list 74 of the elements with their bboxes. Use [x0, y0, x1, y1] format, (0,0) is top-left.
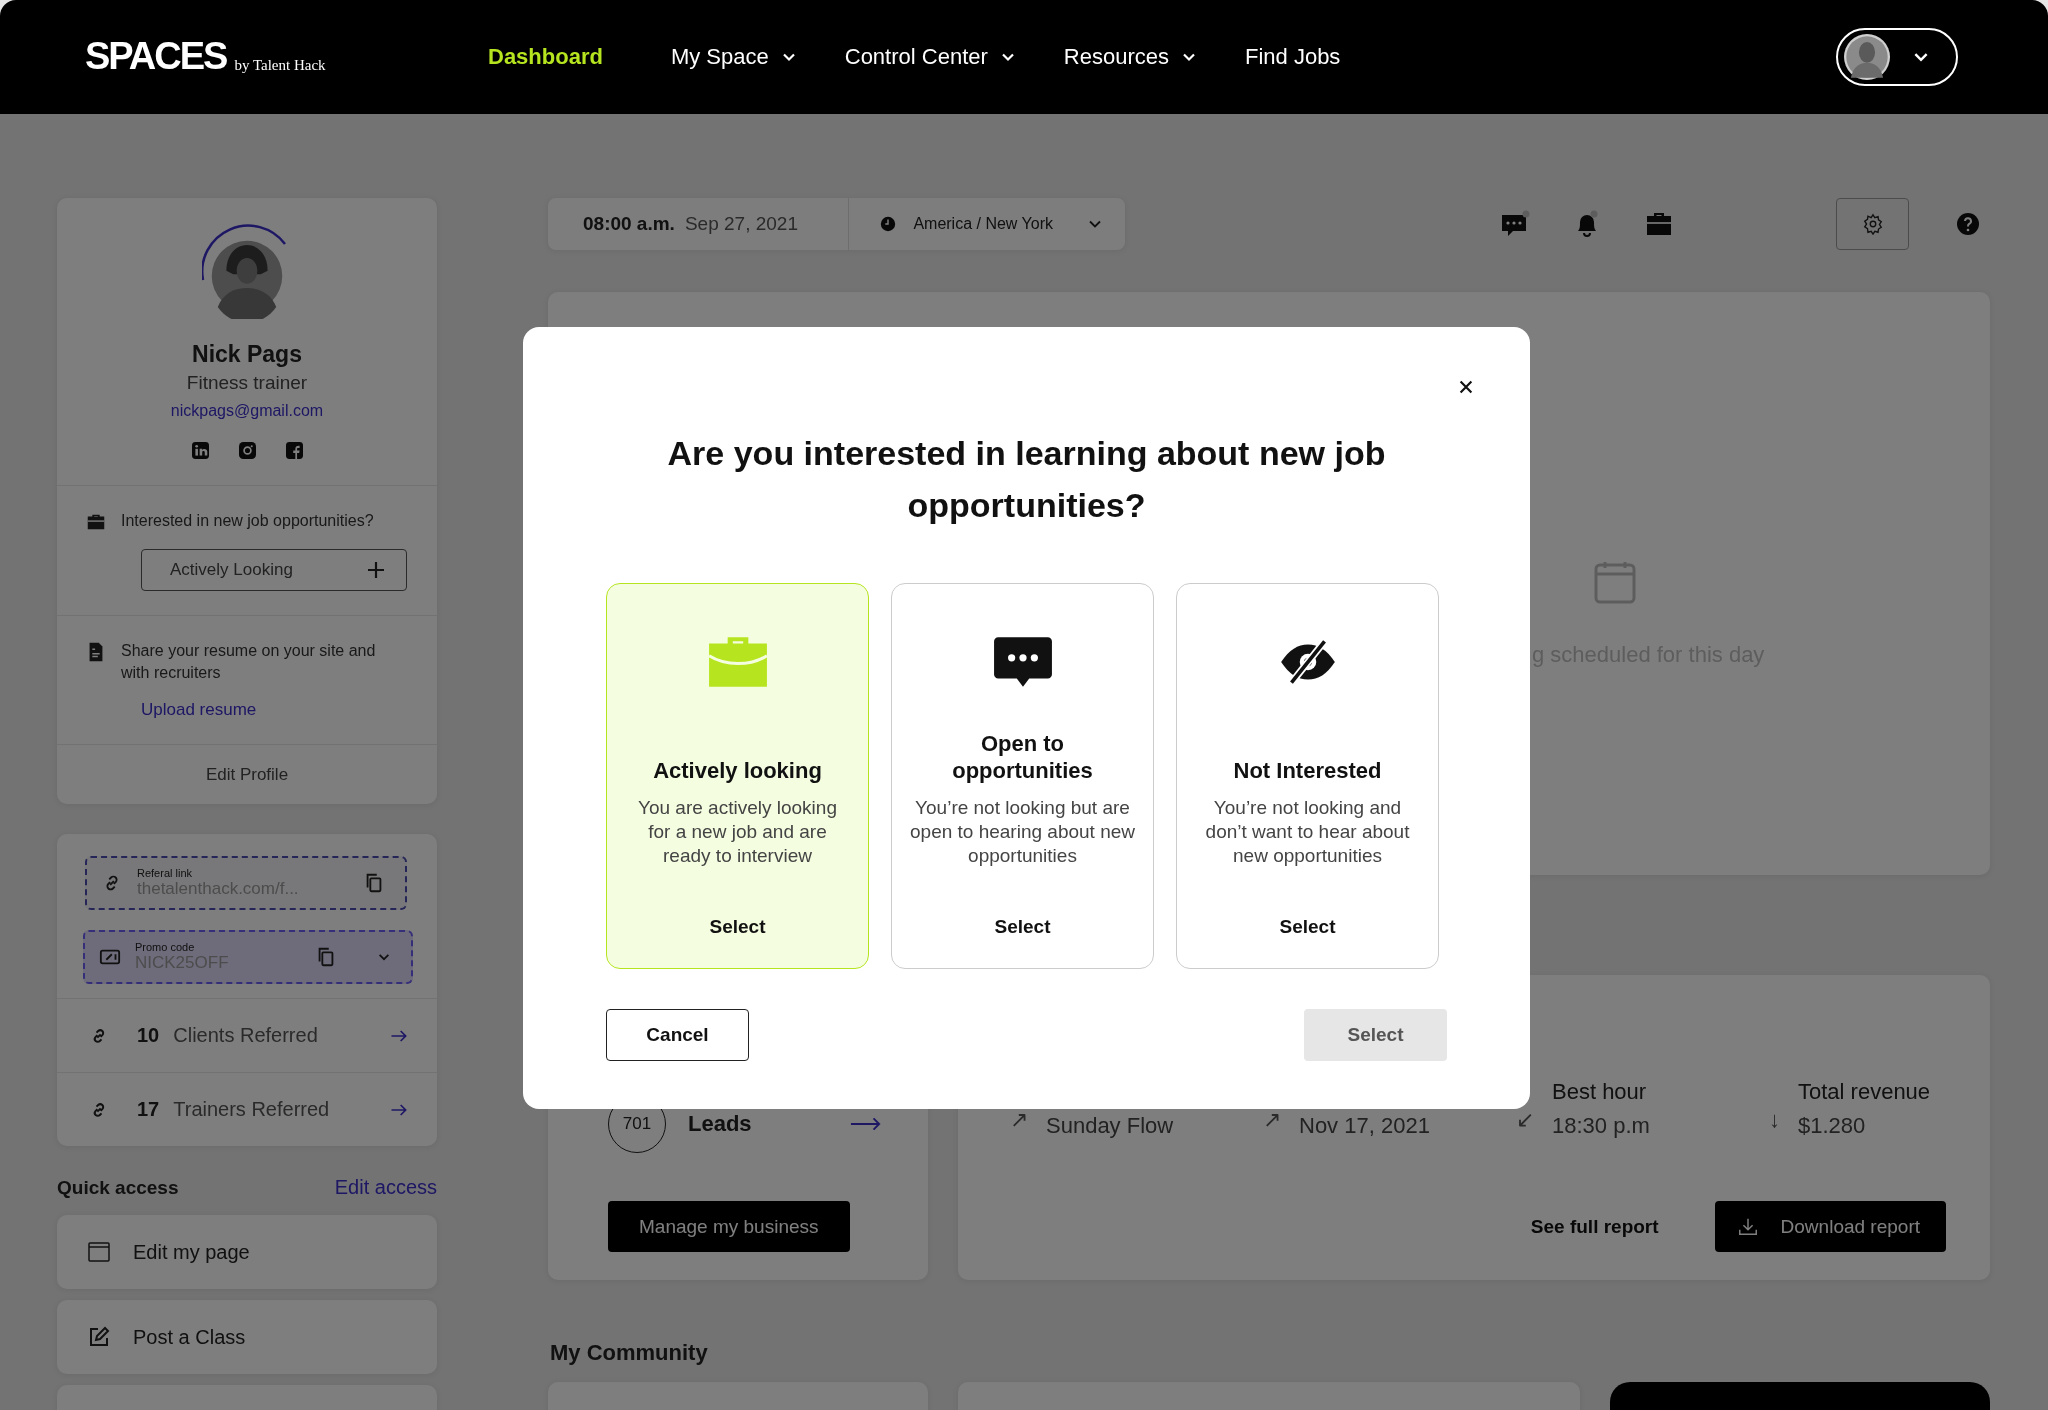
nav-link[interactable]: My Space	[670, 44, 797, 70]
upload-resume-link[interactable]: Upload resume	[141, 700, 407, 720]
option-title: Actively looking	[653, 757, 822, 784]
stat-label: Total revenue	[1798, 1079, 1931, 1105]
option-title: Not Interested	[1233, 757, 1382, 784]
user-menu-button[interactable]	[1836, 28, 1958, 86]
cancel-button[interactable]: Cancel	[606, 1009, 749, 1061]
edit-access-link[interactable]: Edit access	[334, 1176, 437, 1199]
option-description: You are actively looking for a new job and are ready to interview	[637, 796, 838, 868]
option-select-label: Select	[709, 916, 766, 938]
profile-name: Nick Pags	[192, 341, 302, 368]
download-report-button[interactable]: Download report	[1714, 1201, 1946, 1252]
clock-icon	[879, 215, 898, 233]
calendar-icon	[1593, 560, 1637, 604]
time: 08:00 a.m.	[583, 213, 675, 235]
chat-icon[interactable]	[1500, 209, 1530, 239]
logo[interactable]: SPACES	[85, 36, 227, 78]
edit-profile-button[interactable]: Edit Profile	[57, 744, 437, 804]
stat-value: $1.280	[1798, 1113, 1867, 1139]
modal-title: Are you interested in learning about new job opportunities?	[666, 433, 1387, 526]
arrow-right-icon[interactable]	[850, 1116, 882, 1132]
option-card[interactable]: Actively looking You are actively looking for a new job and are ready to interview Select	[606, 583, 869, 969]
referral-count: 10	[137, 1024, 160, 1047]
linkedin-icon[interactable]	[191, 442, 209, 459]
full-report-link[interactable]: See full report	[1530, 1215, 1659, 1238]
option-description: You’re not looking but are open to hearing about new opportunities	[910, 796, 1135, 868]
briefcase-icon	[706, 635, 769, 689]
stat-value: Nov 17, 2021	[1299, 1113, 1430, 1139]
help-icon[interactable]	[1956, 212, 1980, 236]
nav-link[interactable]: Find Jobs	[1245, 44, 1341, 70]
timezone-select[interactable]: America / New York	[848, 198, 1125, 250]
field-label: Promo code	[135, 941, 196, 953]
option-card[interactable]: Not Interested You’re not looking and don’t want to hear about new opportunities Select	[1176, 583, 1439, 969]
logo-subtitle: by Talent Hack	[234, 56, 326, 74]
referral-count: 17	[137, 1098, 160, 1121]
plus-icon	[366, 560, 386, 580]
nav-link[interactable]: Dashboard	[488, 44, 603, 70]
browser-window-icon	[87, 1240, 111, 1264]
settings-icon	[1861, 213, 1884, 235]
nav-link[interactable]: Resources	[1063, 44, 1197, 70]
edit-icon	[87, 1325, 111, 1349]
manage-business-button[interactable]: Manage my business	[608, 1201, 850, 1252]
option-card[interactable]: Open to opportunities You’re not looking but are open to hearing about new opportunities Select	[891, 583, 1154, 969]
section-title: Quick access	[57, 1177, 179, 1199]
job-status-button[interactable]: Actively Looking	[141, 549, 407, 591]
stat-value: 18:30 p.m	[1552, 1113, 1650, 1139]
trend-arrow: ↗	[1010, 1107, 1028, 1133]
stat-value: Sunday Flow	[1046, 1113, 1174, 1139]
date: Sep 27, 2021	[684, 213, 799, 235]
option-title: Open to opportunities	[951, 730, 1094, 784]
resume-text: Share your resume on your site and with recruiters	[121, 641, 377, 683]
trend-arrow: ↙	[1516, 1107, 1534, 1133]
trend-arrow: ↓	[1769, 1107, 1780, 1133]
chat-icon	[991, 635, 1054, 689]
instagram-icon[interactable]	[238, 442, 256, 459]
facebook-icon[interactable]	[285, 442, 303, 459]
option-select-label: Select	[1279, 916, 1336, 938]
quick-access-item[interactable]: Post a Class	[57, 1300, 437, 1374]
close-icon[interactable]	[1457, 378, 1475, 396]
profile-role: Fitness trainer	[186, 372, 308, 394]
email-link[interactable]: nickpags@gmail.com	[170, 402, 324, 420]
stat-label: Best hour	[1552, 1079, 1648, 1105]
leads-label: Leads	[688, 1111, 753, 1137]
settings-button[interactable]	[1836, 198, 1909, 250]
section-title: My Community	[550, 1340, 709, 1366]
field-label: Referal link	[137, 867, 194, 879]
trend-arrow: ↗	[1263, 1107, 1281, 1133]
job-question: Interested in new job opportunities?	[121, 511, 374, 531]
referral-label: Clients Referred	[173, 1024, 319, 1047]
quick-access-item[interactable]: Edit my page	[57, 1215, 437, 1289]
nav-link[interactable]: Control Center	[844, 44, 1016, 70]
option-description: You’re not looking and don’t want to hear about new opportunities	[1204, 796, 1411, 868]
option-select-label: Select	[994, 916, 1051, 938]
referral-label: Trainers Referred	[173, 1098, 331, 1121]
